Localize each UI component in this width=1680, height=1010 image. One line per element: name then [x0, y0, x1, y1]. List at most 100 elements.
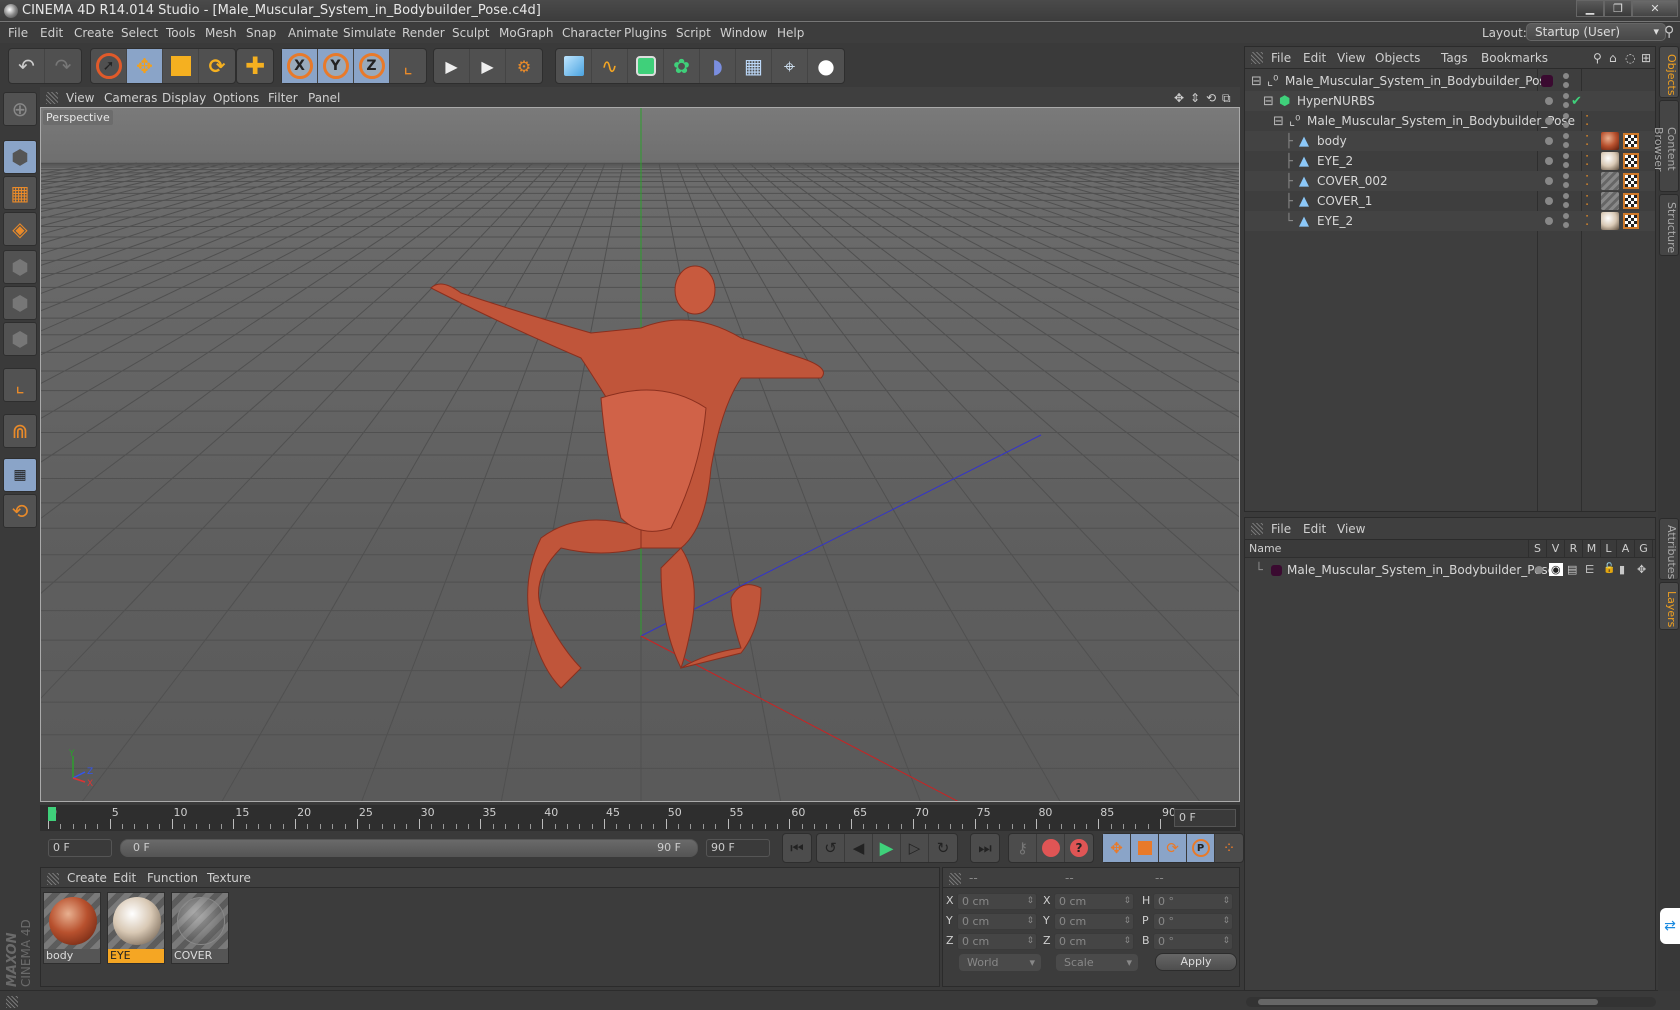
- undo-icon[interactable]: ↶: [9, 49, 45, 83]
- editor-visibility-dot[interactable]: [1563, 153, 1569, 159]
- menu-sculpt[interactable]: Sculpt: [452, 26, 489, 40]
- tab-layers[interactable]: Layers: [1659, 582, 1679, 630]
- live-selection-icon[interactable]: ➚: [91, 49, 127, 83]
- home-icon[interactable]: ⌂: [1609, 51, 1617, 65]
- material-cover[interactable]: COVER: [171, 892, 229, 964]
- layer-dot[interactable]: [1545, 117, 1553, 125]
- render-view-icon[interactable]: ▶: [434, 49, 470, 83]
- object-row[interactable]: ├ ▲ body ⁚: [1245, 131, 1655, 151]
- layers-menu-file[interactable]: File: [1271, 522, 1291, 536]
- close-button[interactable]: ✕: [1632, 0, 1678, 17]
- render-settings-icon[interactable]: ⚙: [506, 49, 542, 83]
- render-picture-viewer-icon[interactable]: ▶: [470, 49, 506, 83]
- current-frame-field[interactable]: 0 F: [1174, 809, 1236, 827]
- new-panel-icon[interactable]: ⊞: [1641, 51, 1651, 65]
- frame-range-slider[interactable]: 0 F 90 F: [120, 839, 698, 857]
- menu-mesh[interactable]: Mesh: [205, 26, 237, 40]
- material-eye-tag-icon[interactable]: [1601, 212, 1619, 230]
- layout-dropdown[interactable]: Startup (User): [1526, 23, 1666, 41]
- menu-mograph[interactable]: MoGraph: [499, 26, 554, 40]
- phong-tag-icon[interactable]: ⁚: [1585, 174, 1589, 189]
- menu-render[interactable]: Render: [402, 26, 445, 40]
- column-header-name[interactable]: Name: [1245, 540, 1529, 558]
- parameter-track-icon[interactable]: P: [1187, 834, 1215, 862]
- menu-file[interactable]: File: [8, 26, 28, 40]
- viewport-menu-display[interactable]: Display: [162, 91, 206, 105]
- texture-mode-icon[interactable]: ▦: [3, 176, 37, 210]
- size-y-field[interactable]: 0 cm: [1054, 913, 1134, 930]
- panel-grip[interactable]: [46, 92, 58, 104]
- enabled-check-icon[interactable]: ✔: [1571, 94, 1582, 109]
- eye-icon[interactable]: ◌: [1625, 51, 1635, 65]
- planar-workplane-icon[interactable]: ⟲: [3, 494, 37, 528]
- editor-visibility-dot[interactable]: [1563, 173, 1569, 179]
- maximize-button[interactable]: ❐: [1604, 0, 1632, 17]
- generators-toggle-icon[interactable]: ✥: [1637, 563, 1646, 576]
- editor-visibility-dot[interactable]: [1563, 193, 1569, 199]
- collapse-icon[interactable]: ⊟: [1273, 114, 1284, 129]
- pos-z-field[interactable]: 0 cm: [957, 933, 1037, 950]
- rot-p-field[interactable]: 0 °: [1153, 913, 1233, 930]
- spline-pen-icon[interactable]: ∿: [592, 49, 628, 83]
- tab-structure[interactable]: Structure: [1659, 194, 1679, 256]
- apply-button[interactable]: Apply: [1155, 953, 1237, 971]
- material-body-tag-icon[interactable]: [1601, 132, 1619, 150]
- menu-simulate[interactable]: Simulate: [343, 26, 396, 40]
- layer-dot[interactable]: [1545, 197, 1553, 205]
- layer-row[interactable]: └ Male_Muscular_System_in_Bodybuilder_Po…: [1245, 560, 1655, 580]
- tab-content-browser[interactable]: Content Browser: [1652, 100, 1679, 192]
- solo-toggle[interactable]: [1535, 566, 1543, 574]
- uvw-tag-icon[interactable]: [1623, 133, 1639, 149]
- menu-tools[interactable]: Tools: [166, 26, 196, 40]
- visible-toggle-icon[interactable]: ◉: [1549, 563, 1563, 576]
- menu-character[interactable]: Character: [562, 26, 621, 40]
- menu-window[interactable]: Window: [720, 26, 767, 40]
- pos-y-field[interactable]: 0 cm: [957, 913, 1037, 930]
- material-menu-function[interactable]: Function: [147, 871, 198, 885]
- collapse-icon[interactable]: ⊟: [1263, 94, 1274, 109]
- object-row[interactable]: └ ▲ EYE_2 ⁚: [1245, 211, 1655, 231]
- objects-menu-bookmarks[interactable]: Bookmarks: [1481, 51, 1548, 65]
- light-icon[interactable]: ●: [808, 49, 844, 83]
- render-toggle-icon[interactable]: ▤: [1567, 563, 1577, 576]
- column-header-render[interactable]: R: [1565, 540, 1583, 558]
- layer-dot[interactable]: [1545, 177, 1553, 185]
- viewport-menu-filter[interactable]: Filter: [268, 91, 298, 105]
- phong-tag-icon[interactable]: ⁚: [1585, 114, 1589, 129]
- layer-color-swatch[interactable]: [1271, 565, 1282, 576]
- editor-visibility-dot[interactable]: [1563, 73, 1569, 79]
- material-cover-tag-icon[interactable]: [1601, 192, 1619, 210]
- size-z-field[interactable]: 0 cm: [1054, 933, 1134, 950]
- render-visibility-dot[interactable]: [1563, 202, 1569, 208]
- layer-dot[interactable]: [1545, 217, 1553, 225]
- minimize-button[interactable]: ▁: [1576, 0, 1604, 17]
- snap-magnet-icon[interactable]: ⋒: [3, 414, 37, 448]
- column-header-visible[interactable]: V: [1547, 540, 1565, 558]
- layers-menu-edit[interactable]: Edit: [1303, 522, 1326, 536]
- muscular-figure[interactable]: [430, 265, 824, 689]
- search-icon[interactable]: ⚲: [1593, 51, 1602, 65]
- uvw-tag-icon[interactable]: [1623, 153, 1639, 169]
- rotate-view-icon[interactable]: ⟲: [1206, 91, 1216, 105]
- lock-toggle-icon[interactable]: 🔓: [1603, 563, 1615, 574]
- rotation-track-icon[interactable]: ⟳: [1159, 834, 1187, 862]
- material-eye-tag-icon[interactable]: [1601, 152, 1619, 170]
- make-editable-icon[interactable]: ⊕: [3, 92, 37, 126]
- search-icon[interactable]: ⚲: [1664, 24, 1674, 40]
- menu-script[interactable]: Script: [676, 26, 711, 40]
- step-forward-icon[interactable]: ▷: [901, 834, 929, 862]
- axis-mode-icon[interactable]: ⌞: [3, 368, 37, 402]
- add-icon[interactable]: ✚: [237, 49, 273, 83]
- panel-grip[interactable]: [6, 996, 18, 1008]
- editor-visibility-dot[interactable]: [1563, 93, 1569, 99]
- menu-snap[interactable]: Snap: [246, 26, 276, 40]
- scale-icon[interactable]: [163, 49, 199, 83]
- object-row[interactable]: ⊟ ⌞⁰ Male_Muscular_System_in_Bodybuilder…: [1245, 71, 1655, 91]
- layer-dot[interactable]: [1545, 157, 1553, 165]
- start-frame-field[interactable]: 0 F: [48, 839, 112, 857]
- render-visibility-dot[interactable]: [1563, 82, 1569, 88]
- material-body[interactable]: body: [43, 892, 101, 964]
- rot-h-field[interactable]: 0 °: [1153, 893, 1233, 910]
- frame-ruler[interactable]: 051015202530354045505560657075808590: [48, 805, 1176, 831]
- phong-tag-icon[interactable]: ⁚: [1585, 214, 1589, 229]
